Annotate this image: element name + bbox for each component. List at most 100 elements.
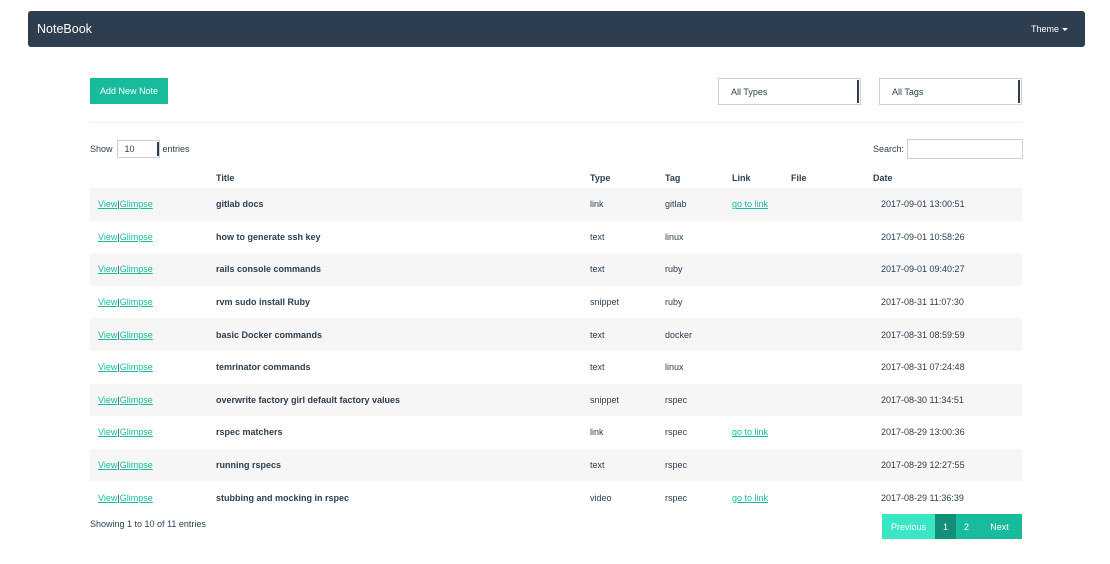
note-title: gitlab docs: [216, 199, 264, 210]
note-tag: docker: [665, 329, 693, 340]
note-type: text: [590, 460, 605, 471]
view-link[interactable]: View: [98, 232, 117, 242]
row-actions: View|Glimpse: [90, 416, 216, 449]
table-row: View|Glimpse rvm sudo install Ruby snippet…: [90, 286, 1022, 319]
table-row: View|Glimpse how to generate ssh key text l…: [90, 221, 1022, 254]
theme-dropdown[interactable]: Theme: [1031, 24, 1068, 34]
note-title: overwrite factory girl default factory v…: [216, 394, 401, 405]
note-type: text: [590, 264, 605, 275]
note-date: 2017-09-01 09:40:27: [881, 264, 965, 275]
tag-filter-select[interactable]: All Tags: [879, 78, 1022, 105]
row-actions: View|Glimpse: [90, 286, 216, 319]
add-new-note-button[interactable]: Add New Note: [90, 78, 168, 104]
note-tag: linux: [665, 362, 684, 373]
note-link: [732, 449, 791, 482]
tag-header[interactable]: Tag: [665, 168, 732, 188]
glimpse-link[interactable]: Glimpse: [120, 199, 153, 209]
row-actions: View|Glimpse: [90, 351, 216, 384]
glimpse-link[interactable]: Glimpse: [120, 493, 153, 503]
glimpse-link[interactable]: Glimpse: [120, 264, 153, 274]
theme-label: Theme: [1030, 24, 1059, 34]
note-file: [791, 449, 873, 482]
note-type: snippet: [590, 297, 620, 308]
note-link: go to link: [732, 416, 791, 449]
brand[interactable]: NoteBook: [37, 22, 92, 36]
row-actions: View|Glimpse: [90, 384, 216, 417]
view-link[interactable]: View: [98, 362, 117, 372]
divider: [90, 122, 1022, 123]
entries-label: entries: [162, 144, 190, 154]
table-row: View|Glimpse basic Docker commands text doc…: [90, 318, 1022, 351]
note-date: 2017-08-31 08:59:59: [881, 329, 965, 340]
note-link: go to link: [732, 188, 791, 221]
note-file: [791, 221, 873, 254]
type-filter-select[interactable]: All Types: [718, 78, 861, 105]
table-row: View|Glimpse overwrite factory girl defau…: [90, 383, 1022, 417]
table-row: View|Glimpse running rspecs text rspec 2017-…: [90, 448, 1022, 482]
note-date: 2017-08-29 13:00:36: [881, 427, 965, 438]
view-link[interactable]: View: [98, 427, 117, 437]
table-row: View|Glimpse gitlab docs link gitlab go to l…: [90, 188, 1022, 221]
view-link[interactable]: View: [98, 460, 117, 470]
glimpse-link[interactable]: Glimpse: [120, 330, 153, 340]
note-date: 2017-08-30 11:34:51: [881, 394, 964, 405]
note-file: [791, 318, 873, 351]
link-header[interactable]: Link: [732, 168, 791, 188]
go-to-link[interactable]: go to link: [732, 493, 768, 503]
note-tag: rspec: [665, 492, 688, 503]
note-file: [791, 253, 873, 286]
view-link[interactable]: View: [98, 493, 117, 503]
note-date: 2017-08-31 07:24:48: [881, 362, 965, 373]
select-handle-icon: [1018, 80, 1020, 103]
type-header[interactable]: Type: [590, 168, 665, 188]
view-link[interactable]: View: [98, 330, 117, 340]
glimpse-link[interactable]: Glimpse: [120, 395, 153, 405]
note-tag: rspec: [665, 460, 688, 471]
page-2-button[interactable]: 2: [956, 514, 977, 539]
entries-length-select[interactable]: 10: [116, 140, 160, 158]
show-label: Show: [90, 144, 113, 154]
view-link[interactable]: View: [98, 264, 117, 274]
glimpse-link[interactable]: Glimpse: [120, 297, 153, 307]
glimpse-link[interactable]: Glimpse: [120, 427, 153, 437]
glimpse-link[interactable]: Glimpse: [120, 362, 153, 372]
navbar: NoteBook Theme: [28, 11, 1085, 47]
note-title: rvm sudo install Ruby: [216, 297, 311, 308]
note-link: [732, 286, 791, 319]
search-control: Search:: [873, 139, 1024, 159]
date-header[interactable]: Date: [873, 168, 1022, 188]
length-control: Show 10 entries: [90, 139, 190, 159]
row-actions: View|Glimpse: [90, 188, 216, 221]
note-type: text: [590, 362, 605, 373]
go-to-link[interactable]: go to link: [732, 427, 768, 437]
previous-page-button[interactable]: Previous: [882, 514, 935, 539]
note-type: link: [590, 199, 604, 210]
note-tag: gitlab: [665, 199, 687, 210]
go-to-link[interactable]: go to link: [732, 199, 768, 209]
glimpse-link[interactable]: Glimpse: [120, 232, 153, 242]
note-file: [791, 188, 873, 221]
note-type: text: [590, 231, 605, 242]
note-title: how to generate ssh key: [216, 231, 321, 242]
title-header[interactable]: Title: [216, 168, 590, 188]
row-actions: View|Glimpse: [90, 318, 216, 351]
file-header[interactable]: File: [791, 168, 873, 188]
row-actions: View|Glimpse: [90, 449, 216, 482]
note-date: 2017-08-29 11:36:39: [881, 492, 964, 503]
next-page-button[interactable]: Next: [977, 514, 1022, 539]
note-link: [732, 221, 791, 254]
view-link[interactable]: View: [98, 297, 117, 307]
actions-header: [90, 168, 216, 188]
note-title: rails console commands: [216, 264, 322, 275]
entries-length-value: 10: [124, 144, 135, 154]
note-file: [791, 384, 873, 417]
glimpse-link[interactable]: Glimpse: [120, 460, 153, 470]
note-link: go to link: [732, 481, 791, 514]
caret-down-icon: [1062, 28, 1068, 31]
note-title: basic Docker commands: [216, 329, 323, 340]
view-link[interactable]: View: [98, 199, 117, 209]
view-link[interactable]: View: [98, 395, 117, 405]
page-1-button[interactable]: 1: [935, 514, 956, 539]
row-actions: View|Glimpse: [90, 481, 216, 514]
search-input[interactable]: [907, 139, 1024, 159]
